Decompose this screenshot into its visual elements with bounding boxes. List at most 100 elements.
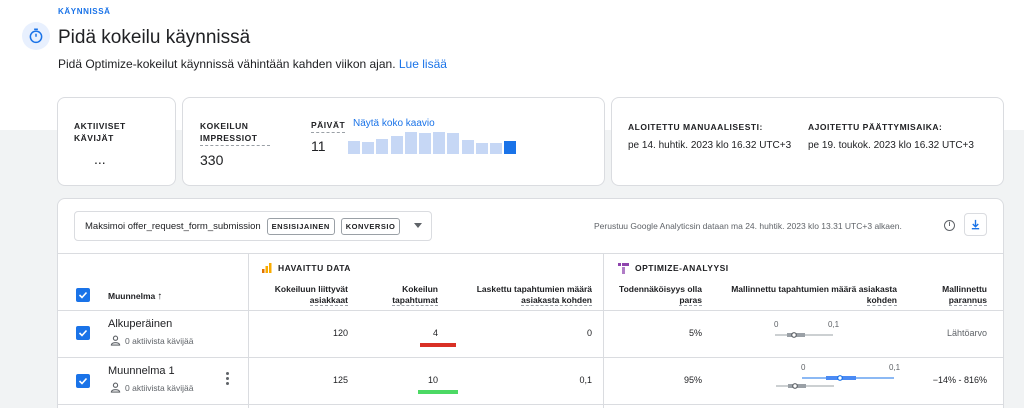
col-users-header[interactable]: Kokeiluun liittyvät asiakkaat [275,284,348,306]
col-prob-line2: paras [679,295,702,306]
show-chart-link[interactable]: Näytä koko kaavio [353,118,435,129]
analytics-icon [262,263,272,273]
day-bar[interactable] [404,132,417,154]
col-rate-line1: Laskettu tapahtumien määrä [476,284,592,294]
improvement-cell: Lähtöarvo [946,328,987,338]
impressions-value: 330 [200,152,224,168]
objective-select[interactable]: Maksimoi offer_request_form_submission E… [74,211,432,241]
col-prob-header[interactable]: Todennäköisyys olla paras [619,284,702,306]
results-panel: Maksimoi offer_request_form_submission E… [57,198,1004,408]
users-cell: 125 [332,375,348,385]
conversion-chip: KONVERSIO [340,217,401,235]
prob-cell: 5% [688,328,702,338]
scheduled-end-value: pe 19. toukok. 2023 klo 16.32 UTC+3 [808,140,974,151]
analytics-note: Perustuu Google Analyticsin dataan ma 24… [594,221,902,231]
variant-name[interactable]: Alkuperäinen [108,318,172,330]
observed-data-header: HAVAITTU DATA [262,262,351,274]
optimize-icon [618,262,629,274]
col-users-line1: Kokeiluun liittyvät [274,284,348,294]
active-visitors-row: 0 aktiivista kävijää [110,335,194,346]
learn-more-link[interactable]: Lue lisää [399,57,447,71]
days-label-wrap: PÄIVÄT [311,119,346,133]
observed-data-label: HAVAITTU DATA [278,263,351,273]
page-subtitle: Pidä Optimize-kokeilut käynnissä vähintä… [58,57,447,71]
impressions-label: KOKEILUN IMPRESSIOT [200,120,270,146]
events-indicator-bar [418,390,458,394]
day-bar[interactable] [504,141,517,154]
col-events-line1: Kokeilun [402,284,438,294]
table-row[interactable]: Alkuperäinen 0 aktiivista kävijää 120 4 … [58,311,1003,357]
col-modeled-header[interactable]: Mallinnettu tapahtumien määrä asiakasta k… [731,284,897,306]
rate-cell: 0 [586,328,592,338]
day-bar[interactable] [362,142,375,154]
variant-name[interactable]: Muunnelma 1 [108,365,175,377]
person-icon [110,382,121,393]
active-visitors-card: AKTIIVISET KÄVIJÄT ... [57,97,176,186]
timer-icon [22,22,50,50]
person-icon [110,335,121,346]
range-axis-min: 0 [801,363,806,372]
day-bar[interactable] [461,140,474,154]
col-variant-header[interactable]: Muunnelma ↑ [108,291,162,302]
col-improve-line2: parannus [948,295,987,306]
primary-chip: ENSISIJAINEN [266,217,335,235]
col-events-header[interactable]: Kokeilun tapahtumat [392,284,438,306]
days-value: 11 [311,138,326,154]
day-bar[interactable] [390,136,403,154]
manual-start-value: pe 14. huhtik. 2023 klo 16.32 UTC+3 [628,140,792,151]
days-label: PÄIVÄT [311,119,346,133]
scheduled-end-label: AJOITETTU PÄÄTTYMISAIKA: [808,122,943,132]
impressions-card: KOKEILUN IMPRESSIOT 330 PÄIVÄT Näytä kok… [182,97,605,186]
day-bar[interactable] [447,133,460,154]
day-bar[interactable] [376,139,389,154]
download-button[interactable] [964,213,987,236]
active-visitors-text: 0 aktiivista kävijää [125,335,194,346]
range-axis-min: 0 [774,320,779,329]
col-rate-line2: asiakasta kohden [521,295,592,306]
chevron-down-icon [414,223,422,228]
prob-cell: 95% [683,375,702,385]
day-bar[interactable] [475,143,488,154]
col-improve-header[interactable]: Mallinnettu parannus [942,284,987,306]
day-bar[interactable] [419,133,431,154]
more-options-icon[interactable] [226,372,230,385]
page-title: Pidä kokeilu käynnissä [58,27,251,48]
day-bar[interactable] [348,141,360,154]
schedule-card: ALOITETTU MANUAALISESTI: pe 14. huhtik. … [611,97,1004,186]
status-label: KÄYNNISSÄ [58,7,111,16]
row-checkbox[interactable] [76,374,90,388]
manual-start-label: ALOITETTU MANUAALISESTI: [628,122,763,132]
col-modeled-line2: kohden [866,295,897,306]
optimize-analysis-header: OPTIMIZE-ANALYYSI [618,262,729,274]
sort-arrow-icon: ↑ [157,291,163,302]
range-axis-max: 0,1 [889,363,901,372]
info-icon[interactable]: i [944,220,955,231]
objective-label: Maksimoi offer_request_form_submission [85,220,261,232]
col-modeled-line1: Mallinnettu tapahtumien määrä asiakasta [731,284,897,294]
table-row[interactable]: Muunnelma 1 0 aktiivista kävijää 125 10 … [58,358,1003,404]
active-visitors-label: AKTIIVISET KÄVIJÄT [74,121,126,143]
row-divider [58,404,1003,405]
day-bar[interactable] [433,132,446,154]
events-cell: 4 [432,328,438,338]
active-visitors-value: ... [94,151,106,167]
rate-cell: 0,1 [579,375,592,385]
range-axis-max: 0,1 [828,320,840,329]
optimize-analysis-label: OPTIMIZE-ANALYYSI [635,263,729,273]
modeled-range-chart [776,375,894,389]
row-checkbox[interactable] [76,326,90,340]
table-top-divider [58,253,1003,254]
events-cell: 10 [427,375,438,385]
col-improve-line1: Mallinnettu [942,284,987,294]
col-rate-header[interactable]: Laskettu tapahtumien määrä asiakasta kohd… [477,284,592,306]
users-cell: 120 [332,328,348,338]
select-all-checkbox[interactable] [76,288,90,302]
improvement-cell: −14% - 816% [932,375,987,385]
download-icon [971,219,980,230]
col-events-line2: tapahtumat [392,295,438,306]
subtitle-text: Pidä Optimize-kokeilut käynnissä vähintä… [58,57,396,71]
days-mini-chart[interactable] [348,132,518,154]
events-indicator-bar [420,343,456,347]
active-visitors-row: 0 aktiivista kävijää [110,382,194,393]
day-bar[interactable] [490,143,502,154]
